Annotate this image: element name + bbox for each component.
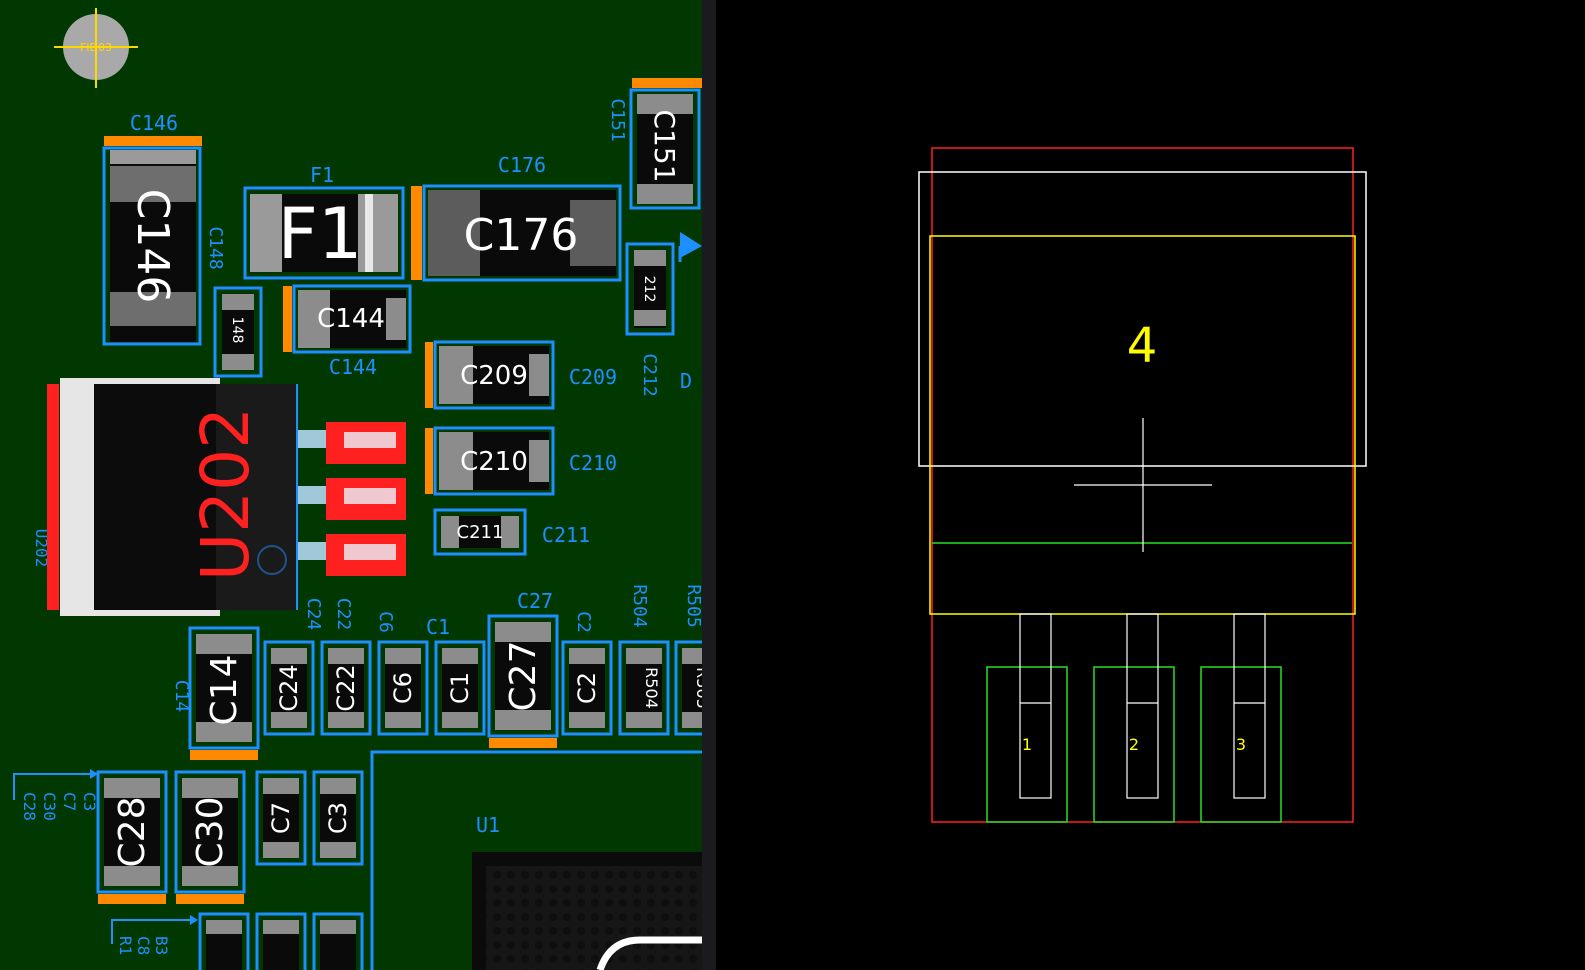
fiducial-label: FID03	[80, 41, 112, 54]
svg-text:C7: C7	[60, 792, 79, 811]
body-label-c6: C6	[389, 672, 417, 704]
footprint-view[interactable]: 4 1 2 3	[716, 0, 1585, 970]
body-label-c146: C146	[127, 189, 178, 304]
body-label-c1: C1	[446, 672, 474, 704]
silk-label-u1: U1	[476, 813, 500, 837]
silk-label-c27: C27	[517, 589, 553, 613]
body-label-c24: C24	[275, 664, 303, 711]
body-label-c14: C14	[204, 655, 245, 726]
component-c7[interactable]: C7	[255, 770, 307, 866]
body-label-c209: C209	[460, 361, 528, 391]
silk-label-c212: C212	[639, 353, 660, 396]
component-c3[interactable]: C3	[312, 770, 364, 866]
silk-label-c22: C22	[333, 598, 354, 631]
silk-label-f1: F1	[310, 163, 334, 187]
body-label-c210: C210	[460, 447, 528, 477]
body-label-u202: U202	[187, 407, 264, 581]
body-label-f1: F1	[278, 193, 363, 275]
component-c146[interactable]: C146 C146	[102, 111, 202, 346]
silk-label-c148: C148	[205, 226, 226, 269]
pin-1-number: 1	[1022, 735, 1032, 754]
component-c30[interactable]: C30	[174, 770, 246, 904]
body-label-c212: 212	[641, 276, 657, 303]
body-label-c2: C2	[573, 672, 601, 704]
pin-2-number: 2	[1129, 735, 1139, 754]
silk-label-c144: C144	[329, 355, 377, 379]
pad-4-number: 4	[1127, 318, 1158, 374]
silk-label-c210: C210	[569, 451, 617, 475]
body-label-c30: C30	[190, 797, 231, 868]
pane-splitter[interactable]	[702, 0, 716, 970]
pin-3-number: 3	[1236, 735, 1246, 754]
silk-label-c6: C6	[375, 611, 396, 633]
silk-label-c146: C146	[130, 111, 178, 135]
svg-text:R1: R1	[116, 936, 135, 955]
body-label-c211: C211	[457, 522, 504, 543]
silk-label-r504: R504	[629, 584, 650, 627]
body-label-c144: C144	[317, 304, 385, 334]
body-label-c22: C22	[332, 664, 360, 711]
svg-text:B3: B3	[152, 936, 171, 955]
silk-label-c211: C211	[542, 523, 590, 547]
body-label-c28: C28	[112, 797, 153, 868]
silk-label-c176: C176	[498, 153, 546, 177]
svg-text:C30: C30	[40, 792, 59, 821]
body-label-c27: C27	[503, 641, 544, 712]
body-label-c7: C7	[267, 802, 295, 834]
body-label-r504: R504	[642, 667, 661, 709]
silk-label-c209: C209	[569, 365, 617, 389]
cad-viewport[interactable]: FID03 C146 C146 C148 148 F1 F1 C176 C176…	[0, 0, 1585, 970]
body-label-c148: 148	[229, 317, 245, 344]
silk-label-r505: R505	[683, 584, 704, 627]
component-partial-bottom[interactable]	[198, 912, 364, 970]
silk-label-c24: C24	[303, 598, 324, 631]
svg-text:C3: C3	[80, 792, 99, 811]
body-label-c3: C3	[324, 802, 352, 834]
silk-label-c2: C2	[573, 611, 594, 633]
silk-label-c151: C151	[607, 98, 628, 141]
body-label-c151: C151	[648, 110, 681, 183]
component-c28[interactable]: C28	[96, 770, 168, 904]
svg-text:C28: C28	[20, 792, 39, 821]
svg-text:C8: C8	[134, 936, 153, 955]
silk-label-c1: C1	[426, 615, 450, 639]
pcb-view[interactable]: FID03 C146 C146 C148 148 F1 F1 C176 C176…	[0, 0, 712, 970]
body-label-c176: C176	[464, 210, 579, 261]
silk-label-d: D	[680, 369, 692, 393]
